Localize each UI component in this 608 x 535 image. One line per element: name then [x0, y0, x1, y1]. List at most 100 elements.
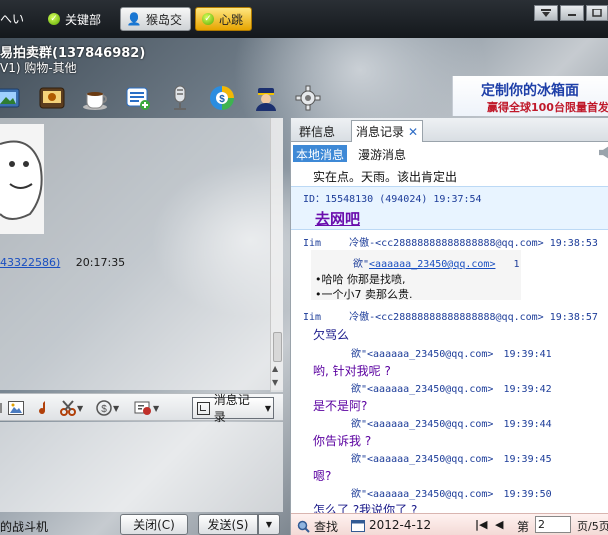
tab-label: 消息记录	[356, 125, 405, 139]
top-tab-bar: へい ✓ 关键部 👤 猴岛交 ✓ 心跳	[0, 0, 608, 38]
list-item-selected[interactable]: ID：15548130 (494024) 19:37:54 去网吧	[291, 186, 608, 230]
subtab-local-messages[interactable]: 本地消息	[293, 145, 348, 162]
sticker-image	[0, 124, 44, 234]
window-menu-button[interactable]	[534, 5, 558, 21]
speaker-icon[interactable]	[599, 146, 608, 159]
right-side-panel: 群信息 消息记录 ✕ 本地消息 漫游消息 实在点。天雨。该出肯定出 ID：1554…	[290, 118, 608, 535]
message-record-button[interactable]: 消息记录 ▼	[192, 393, 274, 424]
send-button[interactable]: 发送(S)	[198, 514, 258, 535]
group-icon: 👤	[126, 12, 142, 26]
sender-email: 欲"<aaaaaa_23450@qq.com>	[351, 419, 494, 430]
scrollbar-thumb[interactable]	[273, 332, 282, 362]
tab-xintiao[interactable]: ✓ 心跳	[195, 7, 253, 31]
bottom-action-bar: 的战斗机 关闭(C) 发送(S) ▼	[0, 512, 283, 535]
video-icon[interactable]	[38, 84, 66, 112]
money-icon[interactable]: $	[208, 84, 236, 112]
tab-message-record[interactable]: 消息记录 ✕	[351, 120, 424, 142]
message-time: 19:39:41	[503, 349, 552, 360]
sender-email: 冷傲-<cc28888888888888888@qq.com>	[349, 312, 544, 323]
ad-banner[interactable]: 定制你的冰箱面 赢得全球100台限量首发	[452, 76, 608, 116]
sender-name: 欲"	[353, 259, 370, 270]
date-picker[interactable]: 2012-4-12	[351, 518, 431, 532]
message-sender: 欲"<aaaaaa_23450@qq.com> 19:39:44	[351, 415, 552, 430]
image-icon[interactable]	[0, 84, 22, 112]
tab-houdaojiao[interactable]: 👤 猴岛交	[120, 7, 192, 31]
svg-text:$: $	[219, 94, 225, 105]
tab-label: 心跳	[219, 12, 244, 27]
group-vote-icon[interactable]: ▼	[134, 399, 159, 417]
message-content: 是不是阿?	[313, 399, 368, 413]
message-sender: 欲"<aaaaaa_23450@qq.com> 19:39:42	[351, 380, 552, 395]
send-options-button[interactable]: ▼	[258, 514, 280, 535]
check-icon: ✓	[202, 13, 214, 25]
search-icon	[297, 520, 310, 533]
message-content: 怎么了 ?我说你了 ?	[313, 503, 418, 513]
calendar-icon	[351, 519, 365, 532]
list-item: 实在点。天雨。该出肯定出	[313, 170, 458, 184]
message-record-label: 消息记录	[213, 393, 250, 424]
picture-icon[interactable]	[8, 399, 24, 417]
bottom-ad-label: 的战斗机	[0, 520, 49, 534]
chevron-down-icon: ▼	[77, 403, 84, 413]
minimize-button[interactable]	[560, 5, 584, 21]
police-icon[interactable]	[252, 84, 280, 112]
feature-toolbar: $	[0, 80, 340, 116]
page-prefix: 第	[517, 520, 530, 534]
sender-email-link[interactable]: <aaaaaa_23450@qq.com>	[369, 259, 495, 270]
scroll-up-arrow[interactable]: ▲	[272, 364, 278, 373]
previous-page-icon[interactable]: ◀	[495, 518, 503, 531]
message-record-footer: 查找 2012-4-12 |◀ ◀ 第 2 页/5页	[291, 513, 608, 535]
message-time: 19:39:42	[503, 384, 552, 395]
message-sender: ID：15548130 (494024) 19:37:54	[303, 194, 482, 205]
search-button[interactable]: 查找	[297, 518, 338, 535]
settings-gear-icon[interactable]	[294, 84, 322, 112]
partial-tab-label: へい	[0, 12, 25, 26]
message-input[interactable]	[0, 422, 283, 512]
message-content: 欠骂么	[313, 328, 350, 342]
chevron-down-icon: ▼	[265, 520, 273, 529]
close-icon[interactable]: ✕	[408, 125, 418, 139]
chevron-down-icon: ▼	[264, 403, 271, 413]
dropdown-icon	[541, 9, 551, 17]
sender-email: 欲"<aaaaaa_23450@qq.com>	[351, 384, 494, 395]
first-page-icon[interactable]: |◀	[475, 518, 487, 531]
sender-name: Iim	[303, 238, 322, 249]
screenshot-scissors-icon[interactable]: ▼	[60, 399, 83, 417]
tab-label: 关键部	[65, 12, 102, 27]
message-time: 19:39:45	[503, 454, 552, 465]
notes-add-icon[interactable]	[124, 84, 152, 112]
font-icon[interactable]	[0, 399, 4, 417]
message-sender: 欲"<aaaaaa_23450@qq.com> 19:39:45	[351, 450, 552, 465]
scroll-down-arrow[interactable]: ▼	[272, 378, 278, 387]
chevron-down-icon: ▼	[153, 403, 160, 413]
message-sender: 欲"<aaaaaa_23450@qq.com> 1	[353, 255, 520, 270]
message-sender: 欲"<aaaaaa_23450@qq.com> 19:39:50	[351, 485, 552, 500]
subtab-roaming-messages[interactable]: 漫游消息	[355, 145, 409, 162]
chevron-down-icon: ▼	[113, 403, 120, 413]
message-time: 20:17:35	[75, 256, 126, 269]
tab-group-info[interactable]: 群信息	[299, 123, 335, 140]
page-suffix: 页/5页	[577, 520, 608, 533]
chat-history-scrollbar[interactable]: ▲ ▼	[270, 118, 283, 392]
page-number-input[interactable]: 2	[535, 516, 571, 533]
message-content: 去网吧	[315, 210, 361, 228]
message-sender: Iim 冷傲-<cc28888888888888888@qq.com> 19:3…	[303, 308, 598, 323]
message-time: 19:38:57	[549, 312, 598, 323]
microphone-icon[interactable]	[166, 84, 194, 112]
message-content: 嗯?	[313, 469, 332, 483]
tab-guanjianbu[interactable]: ✓ 关键部	[42, 7, 109, 31]
ad-subline: 赢得全球100台限量首发	[487, 101, 608, 114]
sender-email: 欲"<aaaaaa_23450@qq.com>	[351, 454, 494, 465]
tab-label: 猴岛交	[146, 12, 183, 27]
coffee-icon[interactable]	[82, 84, 110, 112]
sender-link[interactable]: 43322586)	[0, 256, 60, 269]
message-content: 你告诉我 ?	[313, 434, 372, 448]
close-button[interactable]: 关闭(C)	[120, 514, 188, 535]
maximize-button[interactable]	[586, 5, 608, 21]
chat-history-pane[interactable]: 43322586) 20:17:35	[0, 118, 283, 390]
minimize-icon	[568, 14, 576, 16]
money-send-icon[interactable]: $ ▼	[96, 399, 119, 417]
sender-email: 冷傲-<cc28888888888888888@qq.com>	[349, 238, 544, 249]
music-note-icon[interactable]	[36, 399, 50, 417]
message-record-list[interactable]: 实在点。天雨。该出肯定出 ID：15548130 (494024) 19:37:…	[291, 164, 608, 513]
